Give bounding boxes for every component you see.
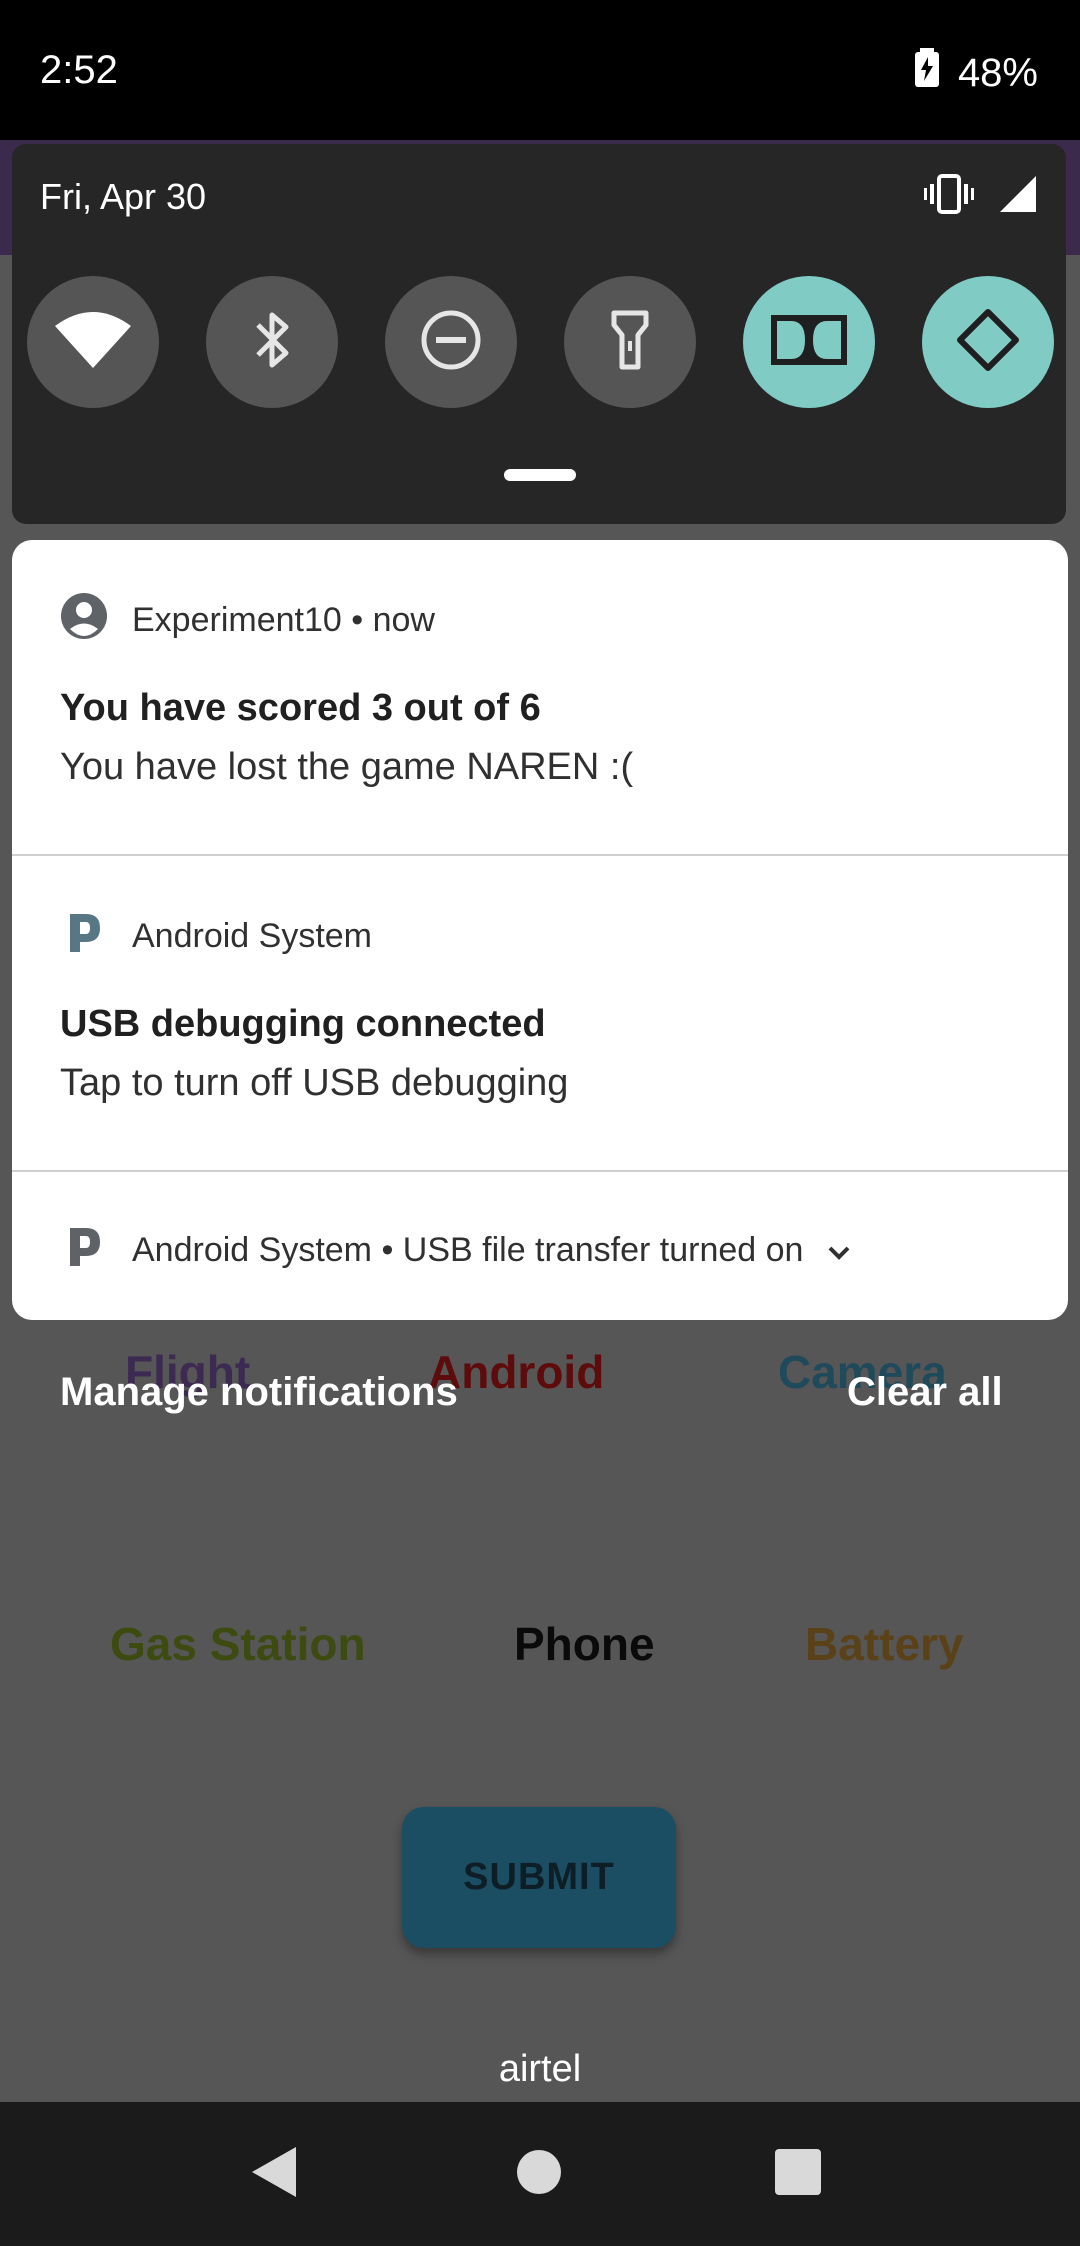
auto-rotate-tile[interactable] xyxy=(922,276,1054,408)
do-not-disturb-icon xyxy=(420,309,482,376)
status-time: 2:52 xyxy=(40,48,118,92)
cell-signal-icon xyxy=(1000,176,1036,217)
quick-settings-panel: Fri, Apr 30 xyxy=(12,144,1066,524)
notification-title: You have scored 3 out of 6 xyxy=(60,687,541,729)
dolby-tile[interactable] xyxy=(743,276,875,408)
home-icon xyxy=(516,2149,562,2200)
quick-settings-status-icons xyxy=(924,174,1036,219)
back-button[interactable] xyxy=(244,2144,304,2204)
home-button[interactable] xyxy=(509,2144,569,2204)
option-battery[interactable]: Battery xyxy=(805,1617,964,1671)
notification-text: Tap to turn off USB debugging xyxy=(60,1062,569,1104)
dolby-icon xyxy=(771,314,847,370)
expand-handle[interactable] xyxy=(504,469,576,481)
bluetooth-tile[interactable] xyxy=(206,276,338,408)
notification-usb-file-transfer[interactable]: Android System • USB file transfer turne… xyxy=(12,1172,1068,1320)
flashlight-icon xyxy=(610,309,650,376)
notification-header: Experiment10 • now xyxy=(60,592,435,649)
clear-all-button[interactable]: Clear all xyxy=(847,1370,1003,1415)
wifi-icon xyxy=(53,310,133,375)
option-phone[interactable]: Phone xyxy=(514,1617,655,1671)
status-bar: 2:52 48% xyxy=(0,0,1080,140)
notification-usb-debugging[interactable]: Android System USB debugging connected T… xyxy=(12,856,1068,1170)
notification-title: USB debugging connected xyxy=(60,1003,546,1045)
quick-settings-date: Fri, Apr 30 xyxy=(40,176,207,217)
carrier-name: airtel xyxy=(498,2048,582,2090)
notification-experiment10[interactable]: Experiment10 • now You have scored 3 out… xyxy=(12,540,1068,854)
submit-button[interactable]: SUBMIT xyxy=(402,1807,676,1948)
flashlight-tile[interactable] xyxy=(564,276,696,408)
status-right: 48% xyxy=(914,48,1038,98)
android-system-icon xyxy=(60,908,108,965)
wifi-tile[interactable] xyxy=(27,276,159,408)
battery-percent: 48% xyxy=(957,50,1038,95)
bluetooth-icon xyxy=(250,309,294,376)
notification-header: Android System xyxy=(60,908,372,965)
do-not-disturb-tile[interactable] xyxy=(385,276,517,408)
account-circle-icon xyxy=(60,592,108,649)
manage-notifications-button[interactable]: Manage notifications xyxy=(60,1370,458,1415)
notification-app-name: Android System xyxy=(132,917,372,955)
notification-app-name: Experiment10 • now xyxy=(132,601,435,639)
chevron-down-icon[interactable] xyxy=(827,1231,851,1270)
notification-header: Android System • USB file transfer turne… xyxy=(60,1222,851,1279)
notification-list: Experiment10 • now You have scored 3 out… xyxy=(12,540,1068,1320)
option-gas-station[interactable]: Gas Station xyxy=(110,1617,366,1671)
battery-charging-icon xyxy=(914,48,940,98)
back-icon xyxy=(250,2145,298,2204)
vibrate-icon xyxy=(924,174,974,219)
notification-app-name: Android System • USB file transfer turne… xyxy=(132,1231,804,1269)
navigation-bar xyxy=(0,2102,1080,2246)
auto-rotate-icon xyxy=(956,308,1020,377)
notification-text: You have lost the game NAREN :( xyxy=(60,746,634,788)
android-system-icon xyxy=(60,1222,108,1279)
recents-button[interactable] xyxy=(768,2144,828,2204)
recents-icon xyxy=(775,2148,821,2200)
